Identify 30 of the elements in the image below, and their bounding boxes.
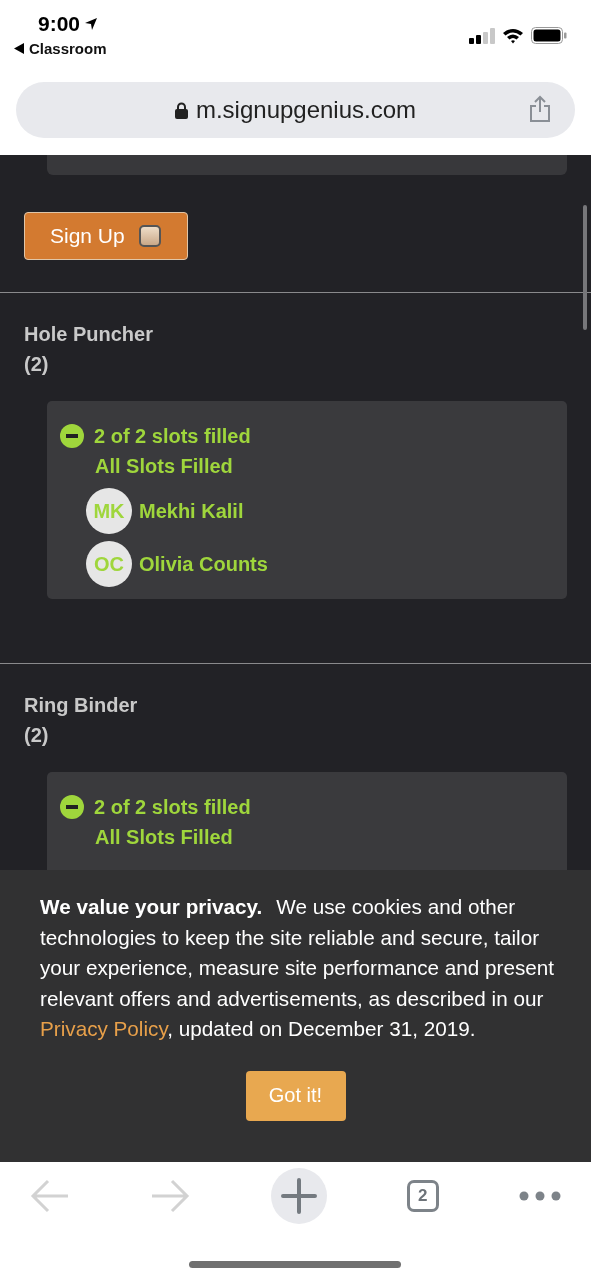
item-title: Ring Binder: [24, 693, 139, 718]
signal-icon: [469, 27, 495, 44]
lock-icon: [174, 101, 188, 119]
clock-time: 9:00: [38, 12, 81, 36]
volunteer-name: Mekhi Kalil: [139, 499, 244, 523]
slots-status: All Slots Filled: [95, 825, 234, 850]
avatar-initials: OC: [86, 541, 132, 587]
sign-up-button[interactable]: Sign Up: [24, 212, 188, 260]
slots-summary: 2 of 2 slots filled: [94, 795, 251, 819]
location-arrow-icon: [84, 17, 99, 31]
battery-icon: [531, 27, 567, 44]
slots-status: All Slots Filled: [95, 454, 234, 479]
item-title: Hole Puncher: [24, 322, 154, 347]
avatar-initials: MK: [86, 488, 132, 534]
back-to-app-link[interactable]: Classroom: [29, 40, 107, 57]
checkbox[interactable]: [138, 225, 161, 247]
address-bar[interactable]: m.signupgenius.com: [16, 82, 575, 138]
privacy-policy-link[interactable]: Privacy Policy: [40, 1017, 168, 1040]
collapse-icon[interactable]: [60, 795, 84, 819]
back-triangle-icon[interactable]: [14, 43, 24, 54]
item-count: (2): [24, 723, 49, 748]
privacy-notice: We value your privacy. We use cookies and other technologies to keep the site reliable and secure, tailor your experience, measure site performance and present relevant offers and advertisements, as described in our Privacy Policy, updated on December 31, 2019.: [40, 894, 556, 1042]
volunteer-name: Olivia Counts: [139, 552, 268, 576]
share-icon[interactable]: [529, 95, 551, 123]
tab-count-button[interactable]: 2: [406, 1180, 439, 1212]
collapse-icon[interactable]: [60, 424, 84, 448]
wifi-icon: [502, 27, 524, 44]
slots-summary: 2 of 2 slots filled: [94, 424, 251, 448]
more-icon[interactable]: [519, 1191, 561, 1201]
item-count: (2): [24, 352, 49, 377]
